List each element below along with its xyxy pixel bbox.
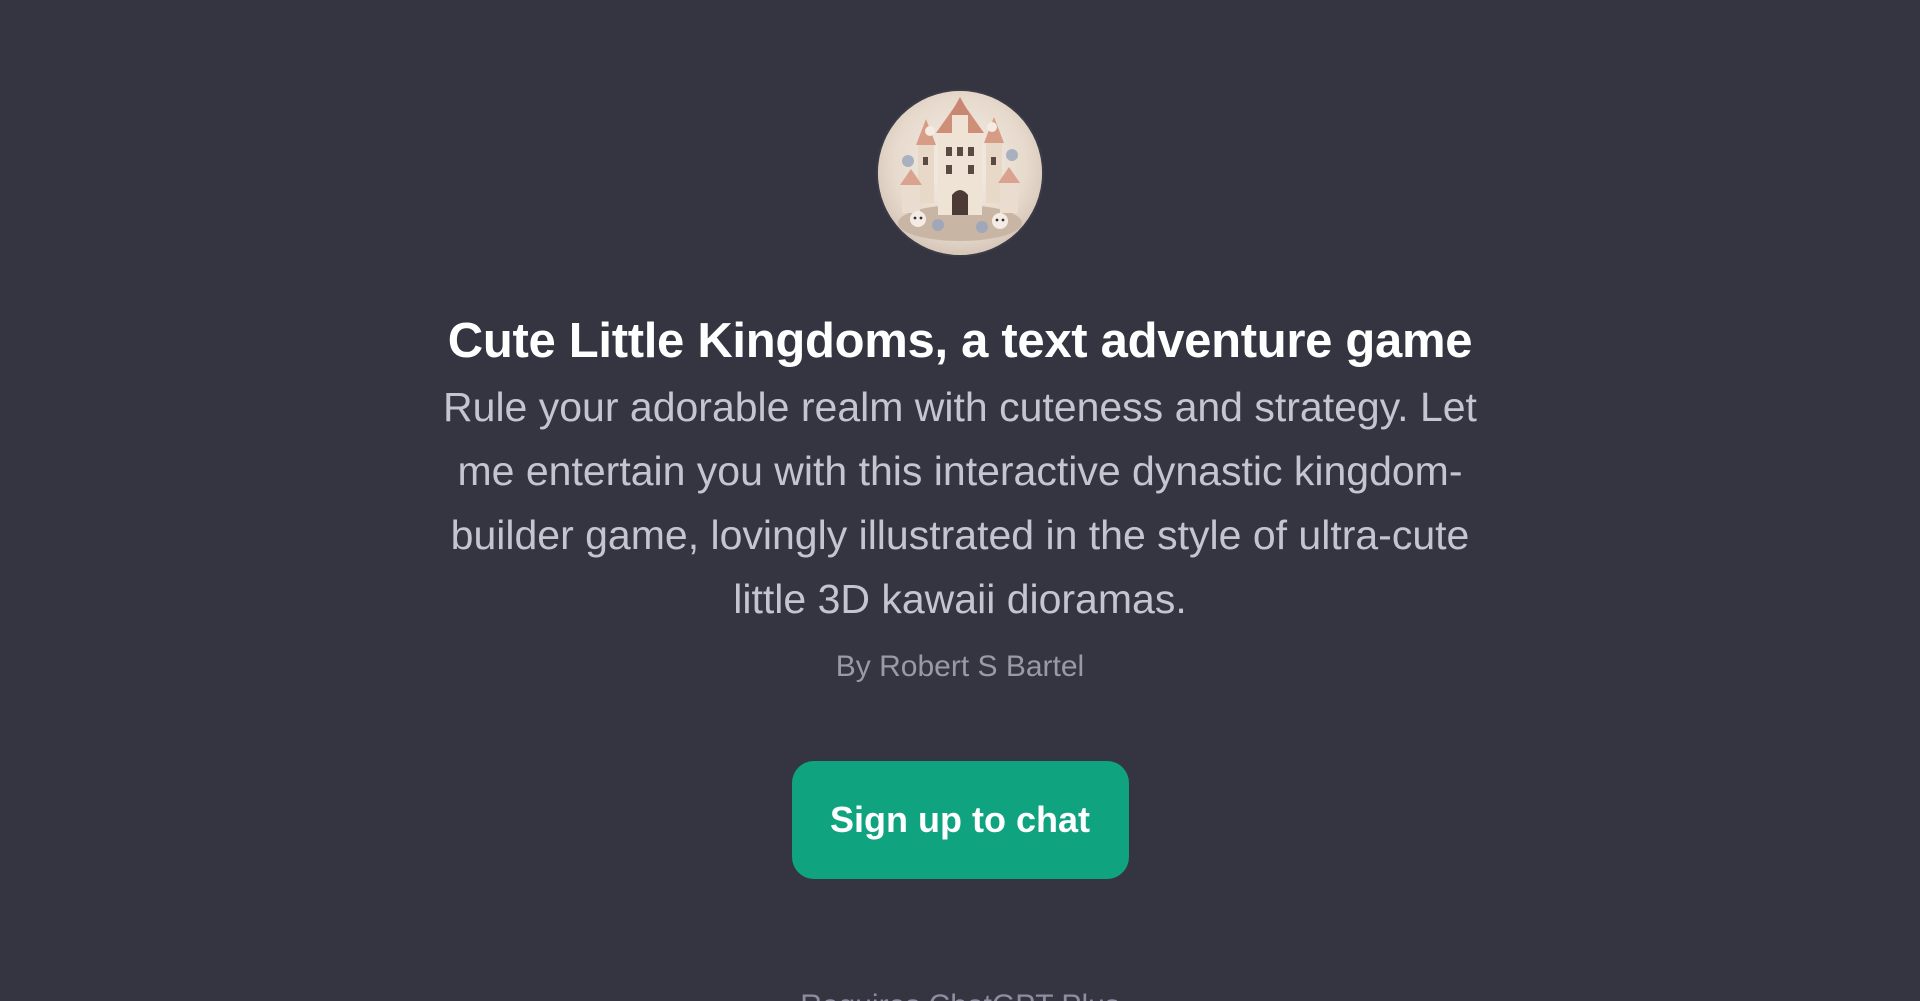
castle-diorama-image — [878, 91, 1042, 255]
sign-up-to-chat-button[interactable]: Sign up to chat — [791, 761, 1129, 879]
gpt-title: Cute Little Kingdoms, a text adventure g… — [447, 314, 1473, 368]
gpt-info-column: Cute Little Kingdoms, a text adventure g… — [0, 0, 1920, 879]
plus-requirement-note: Requires ChatGPT Plus — [0, 986, 1920, 1001]
gpt-author: By Robert S Bartel — [835, 650, 1085, 683]
gpt-landing-page: Cute Little Kingdoms, a text adventure g… — [0, 0, 1920, 1001]
gpt-avatar — [878, 91, 1042, 255]
gpt-description: Rule your adorable realm with cuteness a… — [443, 384, 1477, 622]
